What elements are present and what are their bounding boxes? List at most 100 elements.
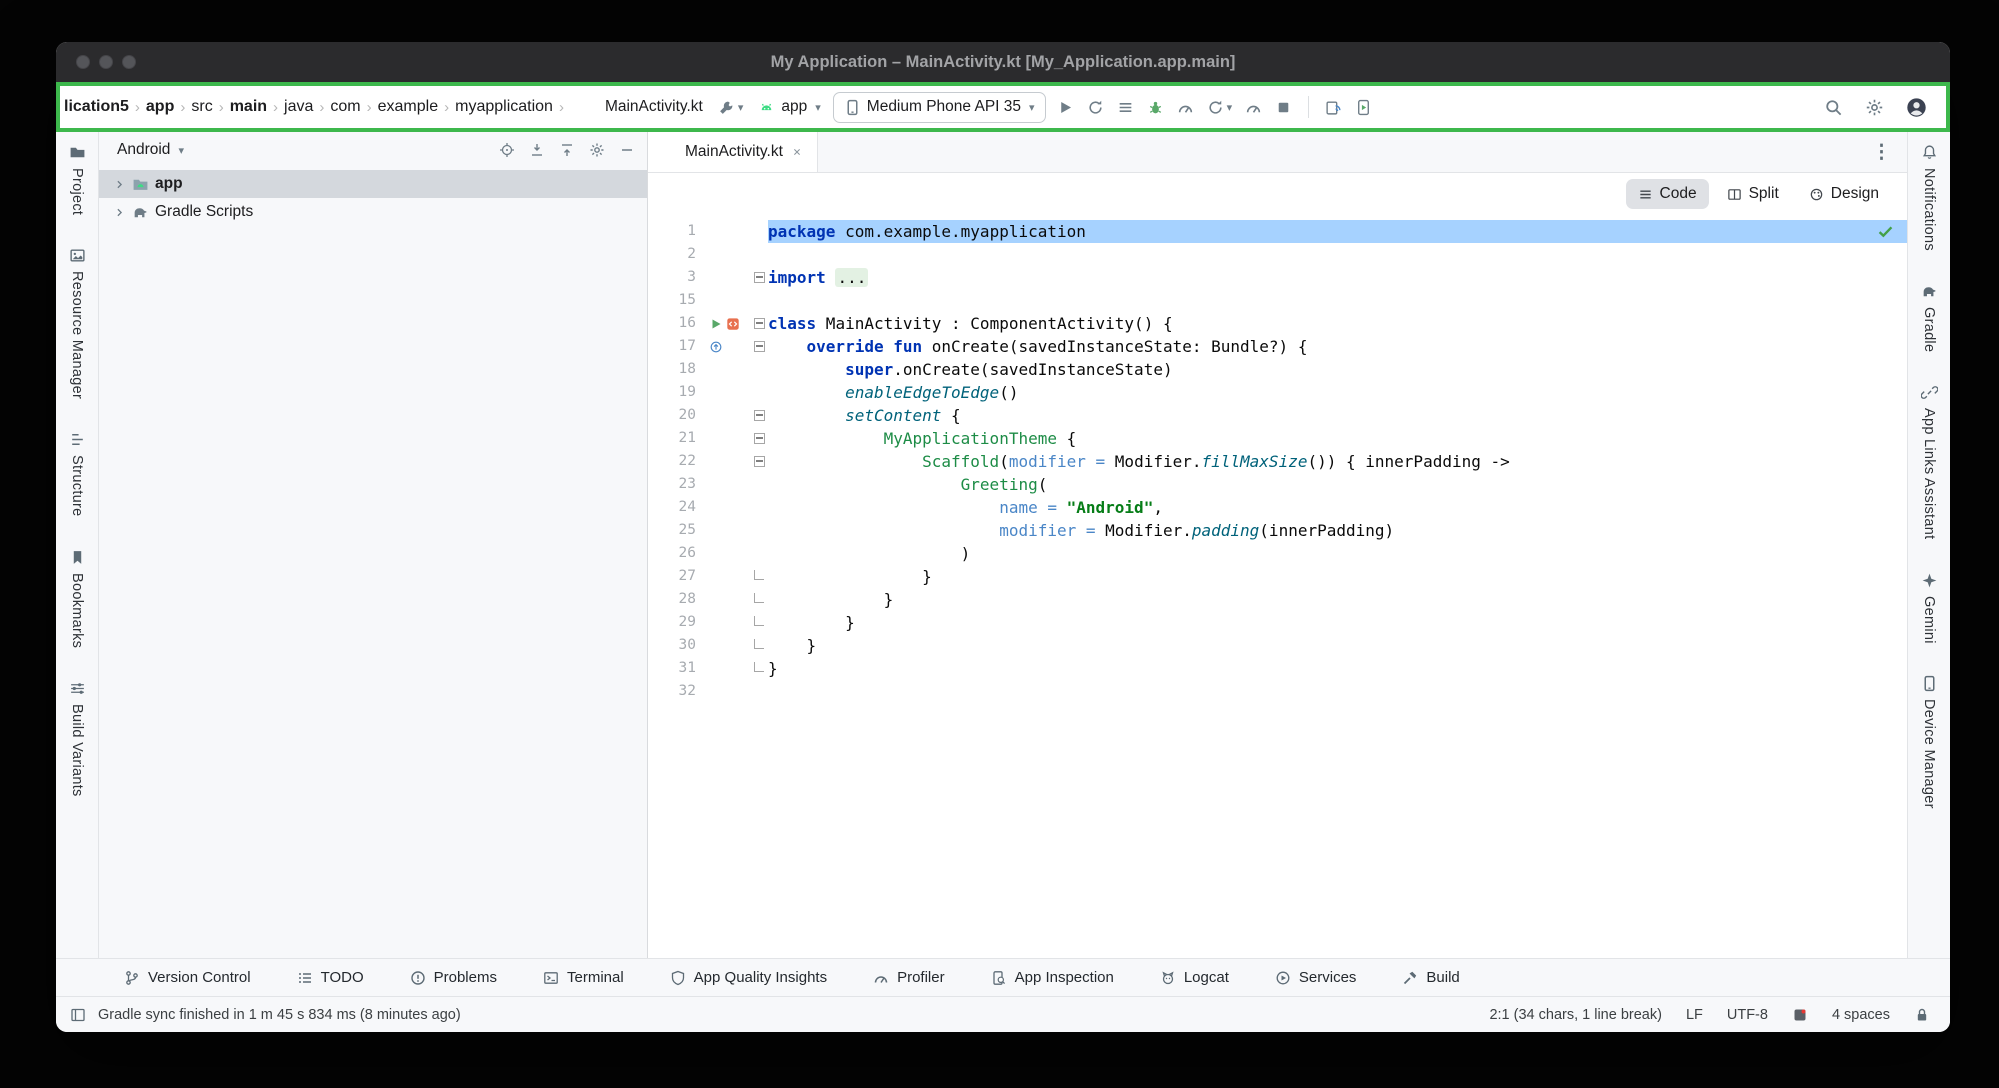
run-button[interactable] — [1054, 96, 1077, 119]
notifications-indicator-icon[interactable] — [1792, 1007, 1808, 1023]
tool-window-profiler[interactable]: Profiler — [867, 968, 951, 987]
settings-button[interactable] — [1862, 95, 1887, 120]
apply-code-changes-button[interactable] — [1114, 96, 1137, 119]
tool-window-app-inspection[interactable]: App Inspection — [985, 968, 1120, 987]
fold-marker[interactable] — [754, 433, 765, 444]
tool-stripe-structure[interactable]: Structure — [69, 431, 86, 517]
breadcrumb-item-com[interactable]: com — [330, 98, 360, 116]
breadcrumb-item-app[interactable]: app — [146, 98, 174, 116]
tool-stripe-resource-manager[interactable]: Resource Manager — [69, 247, 86, 399]
tool-window-version-control[interactable]: Version Control — [118, 968, 257, 987]
build-tool-dropdown[interactable]: ▾ — [715, 96, 747, 119]
tool-window-build[interactable]: Build — [1396, 968, 1465, 987]
tool-window-logcat[interactable]: Logcat — [1154, 968, 1235, 987]
overrides-method-icon[interactable] — [709, 340, 723, 354]
profile-button[interactable] — [1174, 96, 1197, 119]
expand-all-button[interactable] — [529, 142, 545, 158]
run-configuration-dropdown[interactable]: app ▾ — [754, 96, 824, 118]
code-line[interactable]: 3import ... — [648, 266, 1907, 289]
code-line[interactable]: 23 Greeting( — [648, 473, 1907, 496]
search-everywhere-button[interactable] — [1821, 95, 1846, 120]
indent-setting[interactable]: 4 spaces — [1832, 1007, 1890, 1023]
compose-icon[interactable] — [726, 317, 740, 331]
code-line[interactable]: 32 — [648, 680, 1907, 703]
code-line[interactable]: 22 Scaffold(modifier = Modifier.fillMaxS… — [648, 450, 1907, 473]
tab-options-icon[interactable]: ⋮ — [1856, 141, 1907, 164]
breadcrumb-item-example[interactable]: example — [378, 98, 438, 116]
code-line[interactable]: 30 } — [648, 634, 1907, 657]
tool-window-problems[interactable]: Problems — [404, 968, 503, 987]
code-line[interactable]: 26 ) — [648, 542, 1907, 565]
tree-item-app[interactable]: app — [99, 170, 647, 198]
breadcrumb-file[interactable]: MainActivity.kt — [578, 96, 707, 118]
debug-button[interactable] — [1144, 96, 1167, 119]
profiler-low-overhead-button[interactable] — [1242, 96, 1265, 119]
tool-stripe-notifications[interactable]: Notifications — [1921, 144, 1938, 251]
fold-marker[interactable] — [754, 456, 765, 467]
code-line[interactable]: 28 } — [648, 588, 1907, 611]
breadcrumb-item-main[interactable]: main — [230, 98, 267, 116]
code-line[interactable]: 29 } — [648, 611, 1907, 634]
close-window-button[interactable] — [76, 55, 90, 69]
profile-avatar-button[interactable] — [1903, 94, 1930, 121]
zoom-window-button[interactable] — [122, 55, 136, 69]
breadcrumb-item-myapplication[interactable]: myapplication — [455, 98, 553, 116]
tool-window-services[interactable]: Services — [1269, 968, 1363, 987]
view-mode-design-button[interactable]: Design — [1797, 179, 1891, 209]
device-mirroring-button[interactable] — [1322, 96, 1345, 119]
tool-window-app-quality-insights[interactable]: App Quality Insights — [664, 968, 833, 987]
tool-stripe-gradle[interactable]: Gradle — [1921, 283, 1938, 352]
close-tab-icon[interactable] — [791, 146, 803, 158]
code-line[interactable]: 20 setContent { — [648, 404, 1907, 427]
tool-stripe-build-variants[interactable]: Build Variants — [69, 680, 86, 797]
tool-window-toggle-icon[interactable] — [70, 1007, 86, 1023]
tool-stripe-project[interactable]: Project — [69, 144, 86, 215]
caret-position[interactable]: 2:1 (34 chars, 1 line break) — [1489, 1007, 1661, 1023]
tool-stripe-app-links-assistant[interactable]: App Links Assistant — [1921, 384, 1938, 539]
editor-tab[interactable]: MainActivity.kt — [648, 132, 818, 172]
line-separator[interactable]: LF — [1686, 1007, 1703, 1023]
code-line[interactable]: 27 } — [648, 565, 1907, 588]
code-line[interactable]: 31} — [648, 657, 1907, 680]
fold-marker[interactable] — [754, 341, 765, 352]
chevron-right-icon[interactable] — [113, 206, 126, 219]
code-line[interactable]: 15 — [648, 289, 1907, 312]
breadcrumb-item-java[interactable]: java — [284, 98, 313, 116]
project-view-dropdown[interactable]: Android ▾ — [111, 140, 190, 160]
tool-window-terminal[interactable]: Terminal — [537, 968, 630, 987]
apply-changes-button[interactable] — [1084, 96, 1107, 119]
code-line[interactable]: 18 super.onCreate(savedInstanceState) — [648, 358, 1907, 381]
code-line[interactable]: 19 enableEdgeToEdge() — [648, 381, 1907, 404]
code-line[interactable]: 2 — [648, 243, 1907, 266]
run-gutter-icon[interactable] — [709, 317, 723, 331]
hide-panel-button[interactable] — [619, 142, 635, 158]
minimize-window-button[interactable] — [99, 55, 113, 69]
code-line[interactable]: 17 override fun onCreate(savedInstanceSt… — [648, 335, 1907, 358]
tool-window-todo[interactable]: TODO — [291, 968, 370, 987]
chevron-right-icon[interactable] — [113, 178, 126, 191]
code-line[interactable]: 21 MyApplicationTheme { — [648, 427, 1907, 450]
tool-stripe-device-manager[interactable]: Device Manager — [1921, 675, 1938, 809]
code-line[interactable]: 24 name = "Android", — [648, 496, 1907, 519]
collapse-all-button[interactable] — [559, 142, 575, 158]
fold-marker[interactable] — [754, 272, 765, 283]
tool-stripe-bookmarks[interactable]: Bookmarks — [69, 549, 86, 648]
stop-button[interactable] — [1272, 96, 1295, 119]
panel-options-button[interactable] — [589, 142, 605, 158]
breadcrumb-item-lication5[interactable]: lication5 — [64, 98, 129, 116]
view-mode-split-button[interactable]: Split — [1715, 179, 1791, 209]
breadcrumb-item-src[interactable]: src — [191, 98, 212, 116]
fold-marker[interactable] — [754, 318, 765, 329]
lock-icon[interactable] — [1914, 1007, 1930, 1023]
view-mode-code-button[interactable]: Code — [1626, 179, 1709, 209]
tree-item-gradle-scripts[interactable]: Gradle Scripts — [99, 198, 647, 226]
code-editor[interactable]: 1package com.example.myapplication23impo… — [648, 215, 1907, 958]
code-line[interactable]: 1package com.example.myapplication — [648, 220, 1907, 243]
code-line[interactable]: 25 modifier = Modifier.padding(innerPadd… — [648, 519, 1907, 542]
inspection-passed-icon[interactable] — [1876, 222, 1895, 241]
device-selector-dropdown[interactable]: Medium Phone API 35 ▾ — [833, 92, 1046, 123]
code-line[interactable]: 16class MainActivity : ComponentActivity… — [648, 312, 1907, 335]
fold-marker[interactable] — [754, 410, 765, 421]
tool-stripe-gemini[interactable]: Gemini — [1921, 572, 1938, 644]
locate-selected-file-button[interactable] — [499, 142, 515, 158]
